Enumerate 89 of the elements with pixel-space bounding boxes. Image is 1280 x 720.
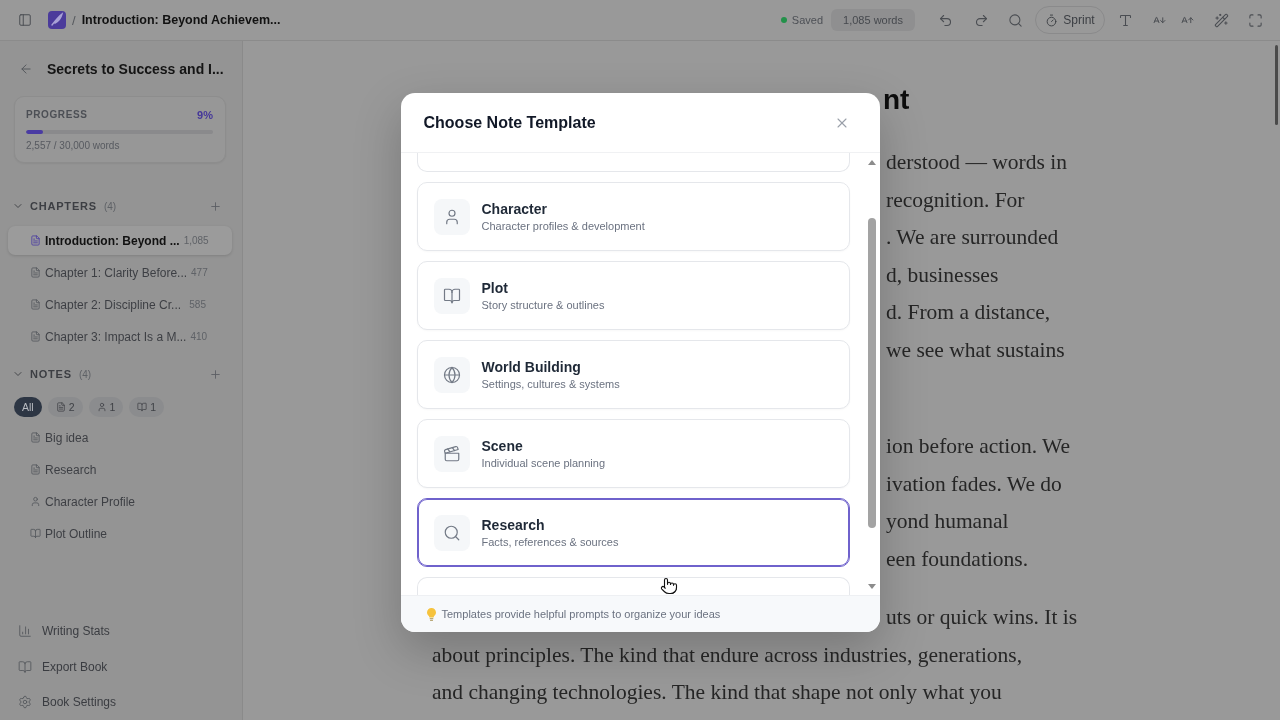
template-description: Character profiles & development [481,220,645,232]
template-description: Facts, references & sources [481,536,619,548]
filter-chip[interactable]: 1 [129,397,165,417]
bar-chart-icon [18,624,32,638]
document-icon [55,402,66,412]
template-title: Character [481,201,547,217]
body-text-line: yond humanal [886,508,1009,535]
tip-text: Templates provide helpful prompts to organize your ideas [441,608,721,620]
filter-chip[interactable]: All [14,397,42,417]
sidebar-link[interactable]: Writing Stats [18,617,110,645]
logo-icon[interactable] [48,11,66,29]
template-card[interactable] [416,153,850,172]
open-book-icon [18,659,32,674]
search-icon [1007,12,1023,28]
person-icon [96,402,107,412]
plus-icon [208,367,222,381]
template-card[interactable] [416,577,850,595]
fullscreen-icon [1247,12,1263,28]
body-text-line: d, businesses [886,261,999,289]
body-text-line: we see what sustains [886,336,1065,364]
globe-icon [433,356,470,393]
scrollbar-thumb[interactable] [867,218,876,528]
document-icon [30,235,41,246]
progress-percent: 9% [197,108,213,122]
body-text-line: derstood — words in [886,149,1067,176]
note-item[interactable]: Character Profile [8,487,232,516]
clapperboard-icon [433,435,470,472]
person-icon [433,198,470,235]
save-status: Saved [780,14,824,26]
scroll-up-arrow-icon[interactable] [867,160,876,165]
template-description: Story structure & outlines [481,299,605,311]
body-text-line: uts or quick wins. It is [886,604,1078,631]
body-text-line: d. From a distance, [886,299,1051,326]
progress-label: PROGRESS [26,108,88,122]
search-icon [433,514,470,551]
progress-words: 2,557 / 30,000 words [26,140,120,152]
document-icon [30,464,41,475]
template-title: Scene [481,438,523,454]
note-item[interactable]: Plot Outline [8,519,232,548]
document-icon [30,299,41,310]
undo-icon [937,12,953,28]
filter-chip[interactable]: 1 [88,397,124,417]
open-book-icon [433,277,470,314]
word-count-badge: 1,085 words [831,9,915,31]
sidebar-link[interactable]: Book Settings [18,688,117,716]
settings-icon [18,695,32,709]
person-icon [30,496,41,507]
template-description: Individual scene planning [481,457,606,469]
template-title: Research [481,517,545,533]
magic-wand-icon [1213,12,1229,28]
plus-icon [208,199,222,213]
word-count: 1,085 [183,235,209,246]
template-title: Plot [481,280,508,296]
book-title: Secrets to Success and I... [47,61,224,77]
dialog-title: Choose Note Template [423,113,596,132]
breadcrumb-separator: / [72,12,76,28]
body-text-line: ion before action. We [886,433,1071,460]
redo-icon [973,12,989,28]
template-card[interactable]: Character Character profiles & development [416,182,850,251]
note-item[interactable]: Research [8,455,232,484]
chapter-heading: nt [883,83,910,117]
body-text-line: . We are surrounded [886,224,1059,251]
template-description: Settings, cultures & systems [481,378,620,390]
body-text-line: ivation fades. We do [886,470,1062,498]
body-text-line: about principles. The kind that endure across industries, generations, [432,641,1023,669]
template-card[interactable]: Scene Individual scene planning [416,419,850,488]
filter-chip[interactable]: 2 [47,397,83,417]
template-card[interactable]: World Building Settings, cultures & systems [416,340,850,409]
sidebar-link[interactable]: Export Book [18,652,108,681]
lightbulb-icon [426,607,436,621]
document-icon [30,267,41,278]
text-icon [1117,12,1133,28]
scroll-down-arrow-icon[interactable] [867,584,876,589]
open-book-icon [137,402,148,412]
chapter-item[interactable]: Introduction: Beyond ... 1,085 [8,226,232,255]
template-card[interactable]: Research Facts, references & sources [416,498,850,567]
body-text-line: and changing technologies. The kind that shape not only what you [432,679,1002,706]
document-title: Introduction: Beyond Achievem... [81,13,281,27]
note-item[interactable]: Big idea [8,423,232,452]
scrollbar-thumb[interactable] [1275,45,1278,125]
body-text-line: recognition. For [886,186,1025,214]
body-text-line: een foundations. [886,545,1029,573]
template-card[interactable]: Plot Story structure & outlines [416,261,850,330]
template-title: World Building [481,359,581,375]
document-icon [30,432,41,443]
panel-icon [18,13,32,27]
document-icon [30,331,41,342]
open-book-icon [30,528,41,539]
timer-icon [1045,13,1059,27]
